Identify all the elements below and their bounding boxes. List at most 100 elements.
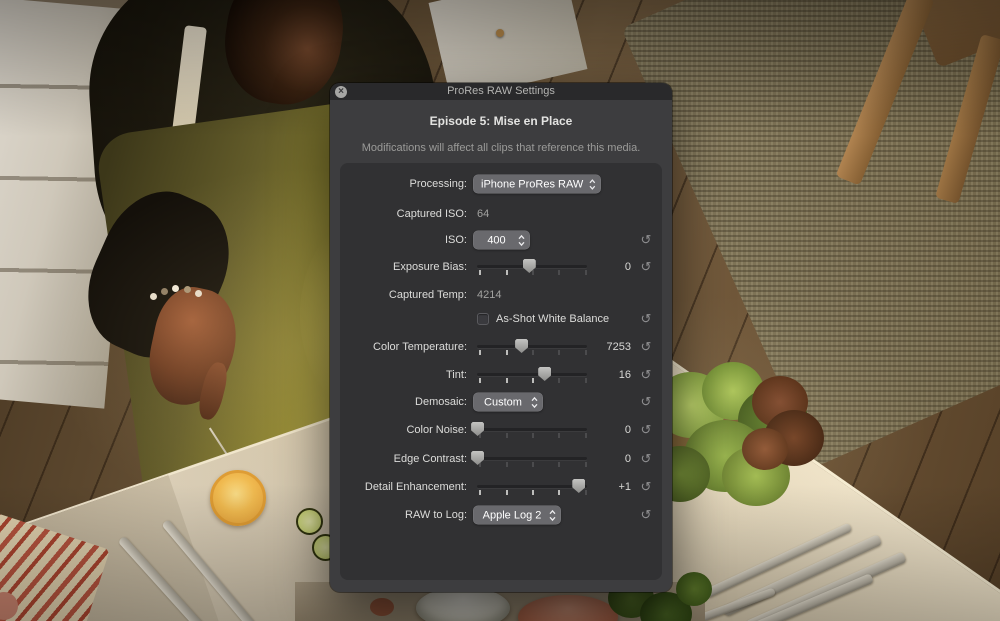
bracelet-bead <box>184 286 191 293</box>
slider-tick <box>532 350 534 355</box>
reset-icon[interactable]: ↺ <box>637 259 655 275</box>
reset-icon[interactable]: ↺ <box>637 311 655 327</box>
color-noise-slider[interactable] <box>477 423 587 439</box>
demosaic-popup[interactable]: Custom <box>473 393 543 412</box>
screen: × ProRes RAW Settings Episode 5: Mise en… <box>0 0 1000 621</box>
detail-enhancement-slider[interactable] <box>477 480 587 496</box>
reset-icon[interactable]: ↺ <box>637 367 655 383</box>
captured-temp-value: 4214 <box>477 289 501 301</box>
bracelet-bead <box>172 285 179 292</box>
row-demosaic: Demosaic: Custom ↺ <box>340 390 662 414</box>
color-noise-value: 0 <box>587 424 631 436</box>
raw-to-log-popup[interactable]: Apple Log 2 <box>473 506 561 525</box>
row-tint: Tint: 16 ↺ <box>340 363 662 387</box>
row-raw-to-log: RAW to Log: Apple Log 2 ↺ <box>340 503 662 527</box>
red-lettuce-leaf <box>742 428 788 470</box>
row-color-noise: Color Noise: 0 ↺ <box>340 418 662 442</box>
row-captured-iso: Captured ISO: 64 <box>340 202 662 226</box>
cabinet-knob <box>496 29 504 37</box>
slider-thumb[interactable] <box>515 339 528 353</box>
row-processing: Processing: iPhone ProRes RAW <box>340 172 662 196</box>
iso-label: ISO: <box>340 234 467 246</box>
reset-icon[interactable]: ↺ <box>637 507 655 523</box>
reset-icon[interactable]: ↺ <box>637 394 655 410</box>
edge-contrast-label: Edge Contrast: <box>340 453 467 465</box>
reset-icon[interactable]: ↺ <box>637 232 655 248</box>
iso-popup[interactable]: 400 <box>473 231 530 250</box>
as-shot-white-balance-label: As-Shot White Balance <box>496 313 609 325</box>
slider-track <box>477 373 587 376</box>
prores-raw-settings-dialog: × ProRes RAW Settings Episode 5: Mise en… <box>330 83 672 592</box>
raw-to-log-value: Apple Log 2 <box>481 509 543 521</box>
exposure-bias-slider[interactable] <box>477 260 587 276</box>
white-bowl <box>416 587 510 621</box>
slider-tick <box>479 350 481 355</box>
greens <box>676 572 712 606</box>
dialog-titlebar[interactable]: × ProRes RAW Settings <box>330 83 672 100</box>
reset-icon[interactable]: ↺ <box>637 422 655 438</box>
slider-tick <box>558 433 560 438</box>
cucumber-slice <box>296 508 323 535</box>
row-exposure-bias: Exposure Bias: 0 ↺ <box>340 255 662 279</box>
slider-tick <box>558 350 560 355</box>
exposure-bias-label: Exposure Bias: <box>340 261 467 273</box>
bracelet-bead <box>195 290 202 297</box>
dialog-title: ProRes RAW Settings <box>330 83 672 100</box>
exposure-bias-value: 0 <box>587 261 631 273</box>
popup-chevrons-icon <box>589 178 596 190</box>
detail-enhancement-value: +1 <box>587 481 631 493</box>
slider-tick <box>532 270 534 275</box>
bracelet-bead <box>161 288 168 295</box>
iso-value: 400 <box>481 234 512 246</box>
tint-value: 16 <box>587 369 631 381</box>
row-edge-contrast: Edge Contrast: 0 ↺ <box>340 447 662 471</box>
reset-icon[interactable]: ↺ <box>637 451 655 467</box>
reset-icon[interactable]: ↺ <box>637 339 655 355</box>
slider-tick <box>506 270 508 275</box>
slider-tick <box>479 490 481 495</box>
popup-chevrons-icon <box>531 396 538 408</box>
slider-track <box>477 485 587 488</box>
edge-contrast-value: 0 <box>587 453 631 465</box>
as-shot-white-balance-checkbox[interactable] <box>477 313 489 325</box>
slider-tick <box>558 490 560 495</box>
demosaic-label: Demosaic: <box>340 396 467 408</box>
popup-chevrons-icon <box>549 509 556 521</box>
slider-thumb[interactable] <box>471 422 484 436</box>
color-temperature-slider[interactable] <box>477 340 587 356</box>
color-noise-label: Color Noise: <box>340 424 467 436</box>
slider-thumb[interactable] <box>538 367 551 381</box>
tint-label: Tint: <box>340 369 467 381</box>
edge-contrast-slider[interactable] <box>477 452 587 468</box>
demosaic-value: Custom <box>481 396 525 408</box>
slider-tick <box>558 462 560 467</box>
bracelet-bead <box>150 293 157 300</box>
processing-popup[interactable]: iPhone ProRes RAW <box>473 175 601 194</box>
detail-enhancement-label: Detail Enhancement: <box>340 481 467 493</box>
modification-note: Modifications will affect all clips that… <box>330 142 672 154</box>
row-as-shot-white-balance: As-Shot White Balance ↺ <box>340 307 662 331</box>
slider-track <box>477 457 587 460</box>
slider-thumb[interactable] <box>572 479 585 493</box>
row-detail-enhancement: Detail Enhancement: +1 ↺ <box>340 475 662 499</box>
row-iso: ISO: 400 ↺ <box>340 228 662 252</box>
raw-to-log-label: RAW to Log: <box>340 509 467 521</box>
slider-thumb[interactable] <box>471 451 484 465</box>
captured-temp-label: Captured Temp: <box>340 289 467 301</box>
captured-iso-value: 64 <box>477 208 489 220</box>
slider-tick <box>532 462 534 467</box>
slider-tick <box>558 270 560 275</box>
captured-iso-label: Captured ISO: <box>340 208 467 220</box>
row-color-temperature: Color Temperature: 7253 ↺ <box>340 335 662 359</box>
slider-tick <box>532 433 534 438</box>
reset-icon[interactable]: ↺ <box>637 479 655 495</box>
slider-tick <box>506 462 508 467</box>
slider-tick <box>506 378 508 383</box>
slider-tick <box>506 490 508 495</box>
color-temperature-label: Color Temperature: <box>340 341 467 353</box>
slider-tick <box>506 350 508 355</box>
processing-label: Processing: <box>340 178 467 190</box>
slider-track <box>477 428 587 431</box>
slider-tick <box>506 433 508 438</box>
tint-slider[interactable] <box>477 368 587 384</box>
